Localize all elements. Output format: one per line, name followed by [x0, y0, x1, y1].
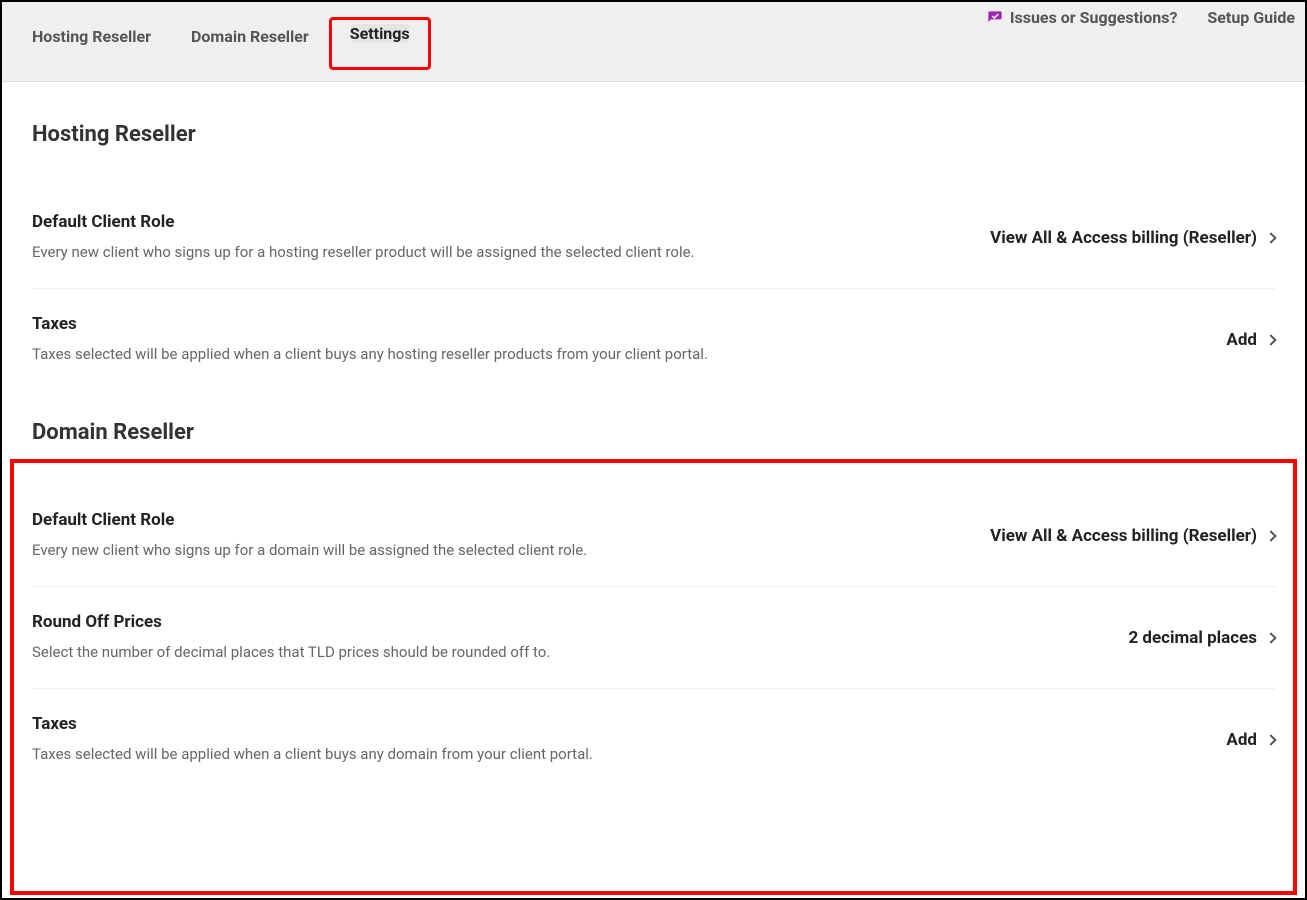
content-area: Hosting Reseller Default Client Role Eve…	[2, 82, 1305, 790]
hosting-role-label: Default Client Role	[32, 212, 990, 232]
domain-taxes-desc: Taxes selected will be applied when a cl…	[32, 744, 1226, 765]
hosting-taxes-desc: Taxes selected will be applied when a cl…	[32, 344, 1226, 365]
domain-default-role-row[interactable]: Default Client Role Every new client who…	[32, 485, 1275, 587]
hosting-taxes-label: Taxes	[32, 314, 1226, 334]
hosting-taxes-value[interactable]: Add	[1226, 330, 1275, 350]
top-right-links: Issues or Suggestions? Setup Guide	[986, 2, 1295, 27]
tab-domain-reseller[interactable]: Domain Reseller	[171, 19, 329, 54]
domain-round-desc: Select the number of decimal places that…	[32, 642, 1128, 663]
tabs-container: Hosting Reseller Domain Reseller Setting…	[12, 13, 431, 70]
hosting-role-value-text: View All & Access billing (Reseller)	[990, 228, 1257, 248]
domain-taxes-value-text: Add	[1226, 730, 1257, 750]
tab-settings-highlight: Settings	[329, 17, 431, 70]
domain-round-value[interactable]: 2 decimal places	[1128, 628, 1275, 648]
domain-role-value-text: View All & Access billing (Reseller)	[990, 526, 1257, 546]
hosting-role-left: Default Client Role Every new client who…	[32, 212, 990, 263]
issues-link[interactable]: Issues or Suggestions?	[986, 8, 1178, 27]
hosting-role-value[interactable]: View All & Access billing (Reseller)	[990, 228, 1275, 248]
domain-role-label: Default Client Role	[32, 510, 990, 530]
hosting-taxes-left: Taxes Taxes selected will be applied whe…	[32, 314, 1226, 365]
domain-round-row[interactable]: Round Off Prices Select the number of de…	[32, 587, 1275, 689]
chevron-right-icon	[1265, 232, 1276, 243]
domain-section: Domain Reseller Default Client Role Ever…	[32, 420, 1275, 790]
setup-guide-link[interactable]: Setup Guide	[1207, 8, 1295, 27]
domain-role-desc: Every new client who signs up for a doma…	[32, 540, 990, 561]
feedback-icon	[986, 10, 1004, 26]
chevron-right-icon	[1265, 734, 1276, 745]
domain-taxes-value[interactable]: Add	[1226, 730, 1275, 750]
hosting-taxes-row[interactable]: Taxes Taxes selected will be applied whe…	[32, 289, 1275, 390]
hosting-title: Hosting Reseller	[32, 122, 1275, 147]
domain-role-left: Default Client Role Every new client who…	[32, 510, 990, 561]
hosting-taxes-value-text: Add	[1226, 330, 1257, 350]
hosting-default-role-row[interactable]: Default Client Role Every new client who…	[32, 187, 1275, 289]
chevron-right-icon	[1265, 334, 1276, 345]
topbar: Hosting Reseller Domain Reseller Setting…	[2, 2, 1305, 82]
domain-title: Domain Reseller	[32, 420, 1275, 445]
issues-label: Issues or Suggestions?	[1010, 8, 1178, 27]
hosting-role-desc: Every new client who signs up for a host…	[32, 242, 990, 263]
hosting-section: Hosting Reseller Default Client Role Eve…	[32, 122, 1275, 390]
domain-round-value-text: 2 decimal places	[1128, 628, 1257, 648]
domain-role-value[interactable]: View All & Access billing (Reseller)	[990, 526, 1275, 546]
domain-round-label: Round Off Prices	[32, 612, 1128, 632]
tab-hosting-reseller[interactable]: Hosting Reseller	[12, 19, 171, 54]
domain-round-left: Round Off Prices Select the number of de…	[32, 612, 1128, 663]
domain-taxes-left: Taxes Taxes selected will be applied whe…	[32, 714, 1226, 765]
chevron-right-icon	[1265, 530, 1276, 541]
tab-settings[interactable]: Settings	[350, 24, 410, 43]
domain-taxes-label: Taxes	[32, 714, 1226, 734]
domain-taxes-row[interactable]: Taxes Taxes selected will be applied whe…	[32, 689, 1275, 790]
chevron-right-icon	[1265, 632, 1276, 643]
